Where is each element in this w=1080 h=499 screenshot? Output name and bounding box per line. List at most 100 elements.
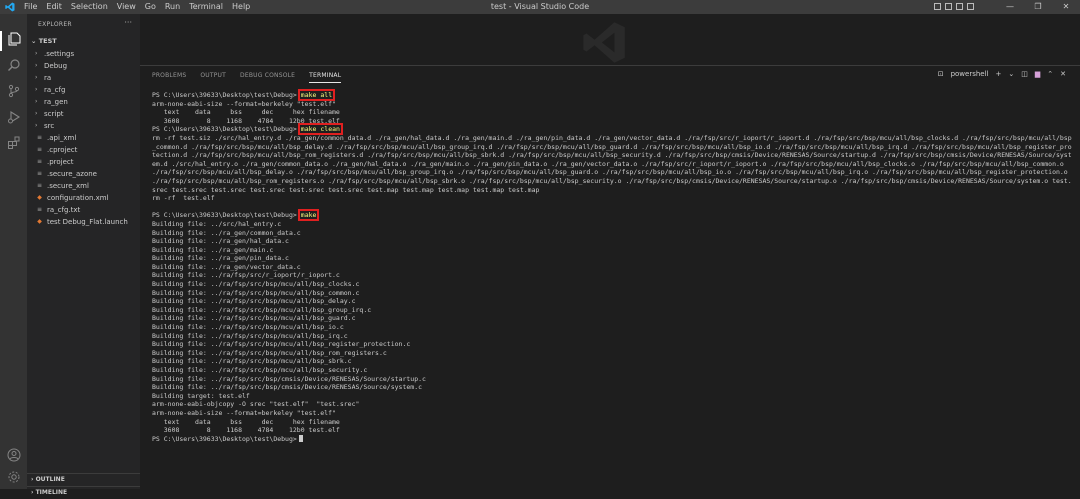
chevron-up-icon[interactable]: ⌃ (1047, 70, 1053, 78)
explorer-icon[interactable] (4, 32, 23, 51)
toggle-secondary-sidebar-icon[interactable] (956, 3, 963, 10)
menu-help[interactable]: Help (232, 2, 250, 12)
terminal-line: text data bss dec hex filename (152, 108, 340, 117)
manage-icon[interactable] (4, 470, 23, 489)
tree-item-secure-xml[interactable]: ≡ .secure_xml (27, 180, 140, 192)
tree-item-secure-azone[interactable]: ≡ .secure_azone (27, 168, 140, 180)
run-debug-icon[interactable] (4, 110, 23, 129)
new-terminal-icon[interactable]: + (995, 70, 1001, 78)
minimize-button[interactable]: — (996, 0, 1024, 14)
tree-item-label: src (44, 122, 55, 130)
terminal-shell-name[interactable]: powershell (951, 70, 989, 78)
build-line: Building file: ../ra_gen/common_data.c (152, 228, 301, 237)
build-line: Building file: ../ra/fsp/src/bsp/mcu/all… (152, 288, 360, 297)
build-line: Building file: ../ra_gen/pin_data.c (152, 254, 289, 263)
workspace-name: TEST (38, 37, 57, 45)
command-make: make (297, 209, 320, 222)
tree-item-launch-file[interactable]: ◆ test Debug_Flat.launch (27, 216, 140, 228)
build-line: Building file: ../ra/fsp/src/bsp/mcu/all… (152, 366, 368, 374)
prompt: PS C:\Users\39633\Desktop\test\Debug> (152, 434, 297, 443)
tree-item-ra-cfg-txt[interactable]: ≡ ra_cfg.txt (27, 204, 140, 216)
tree-item-label: ra_gen (44, 98, 68, 106)
tab-output[interactable]: OUTPUT (200, 72, 226, 83)
tree-item-label: .secure_azone (47, 170, 97, 178)
tree-item-project[interactable]: ≡ .project (27, 156, 140, 168)
tree-item-ra-gen[interactable]: › ra_gen (27, 96, 140, 108)
timeline-label: TIMELINE (35, 489, 68, 496)
search-icon[interactable] (4, 58, 23, 77)
close-button[interactable]: ✕ (1052, 0, 1080, 14)
vscode-logo-icon (5, 2, 15, 12)
tree-item-script[interactable]: › script (27, 108, 140, 120)
tree-item-label: .settings (44, 50, 75, 58)
panel-tabs: PROBLEMS OUTPUT DEBUG CONSOLE TERMINAL (152, 72, 342, 83)
build-line: Building file: ../ra/fsp/src/bsp/cmsis/D… (152, 383, 423, 392)
tab-debug-console[interactable]: DEBUG CONSOLE (240, 72, 295, 83)
file-icon: ≡ (36, 146, 43, 153)
chevron-down-icon[interactable]: ⌄ (1008, 70, 1014, 78)
chevron-right-icon: › (35, 98, 38, 105)
split-terminal-icon[interactable]: ◫ (1021, 70, 1028, 78)
build-line: Building file: ../ra/fsp/src/bsp/mcu/all… (152, 348, 387, 357)
restore-button[interactable]: ❐ (1024, 0, 1052, 14)
menu-view[interactable]: View (117, 2, 136, 12)
trash-icon[interactable]: ▆ (1035, 70, 1040, 78)
tree-item-ra-cfg[interactable]: › ra_cfg (27, 84, 140, 96)
toggle-sidebar-icon[interactable] (934, 3, 941, 10)
timeline-section[interactable]: › TIMELINE (27, 486, 144, 499)
tree-item-api-xml[interactable]: ≡ .api_xml (27, 132, 140, 144)
tree-item-label: .cproject (47, 146, 78, 154)
terminal-output[interactable]: PS C:\Users\39633\Desktop\test\Debug> mak… (152, 89, 1072, 443)
build-line: 3608 8 1168 4784 12b0 test.elf (152, 426, 340, 435)
extensions-icon[interactable] (4, 136, 23, 155)
layout-controls (934, 3, 974, 10)
tree-item-ra[interactable]: › ra (27, 72, 140, 84)
vscode-watermark-icon (583, 22, 625, 63)
build-line: arm-none-eabi-size --format=berkeley "te… (152, 408, 336, 417)
customize-layout-icon[interactable] (967, 3, 974, 10)
workspace-section[interactable]: ⌄ TEST (31, 37, 57, 45)
chevron-right-icon: › (35, 86, 38, 93)
launch-file-icon: ◆ (37, 218, 42, 225)
build-line: Building file: ../ra/fsp/src/bsp/cmsis/D… (152, 374, 426, 383)
prompt: PS C:\Users\39633\Desktop\test\Debug> (152, 125, 297, 134)
build-line: Building file: ../ra/fsp/src/bsp/mcu/all… (152, 305, 372, 314)
chevron-down-icon: ⌄ (31, 37, 39, 45)
tab-terminal[interactable]: TERMINAL (309, 72, 342, 83)
explorer-title: EXPLORER (38, 21, 72, 28)
tree-item-label: .project (47, 158, 74, 166)
tree-item-label: script (44, 110, 64, 118)
build-line: Building file: ../ra/fsp/src/bsp/mcu/all… (152, 297, 356, 306)
tree-item-cproject[interactable]: ≡ .cproject (27, 144, 140, 156)
panel-toolbar: ⊡ powershell + ⌄ ◫ ▆ ⌃ ✕ (938, 70, 1066, 78)
toggle-panel-icon[interactable] (945, 3, 952, 10)
tree-item-src[interactable]: › src (27, 120, 140, 132)
file-icon: ≡ (36, 170, 43, 177)
prompt: PS C:\Users\39633\Desktop\test\Debug> (152, 211, 297, 220)
accounts-icon[interactable] (4, 448, 23, 467)
menu-file[interactable]: File (24, 2, 37, 12)
file-icon: ≡ (36, 134, 43, 141)
tab-problems[interactable]: PROBLEMS (152, 72, 186, 83)
build-line: Building file: ../ra/fsp/src/bsp/mcu/all… (152, 314, 356, 323)
tree-item-label: Debug (44, 62, 68, 70)
menu-terminal[interactable]: Terminal (189, 2, 223, 12)
build-line: Building file: ../ra/fsp/src/bsp/mcu/all… (152, 280, 360, 289)
source-control-icon[interactable] (4, 84, 23, 103)
menu-run[interactable]: Run (165, 2, 180, 12)
build-line: Building file: ../src/hal_entry.c (152, 219, 282, 228)
build-line: Building file: ../ra/fsp/src/bsp/mcu/all… (152, 331, 348, 340)
tree-item-debug[interactable]: › Debug (27, 60, 140, 72)
chevron-right-icon: › (35, 62, 38, 69)
menu-selection[interactable]: Selection (71, 2, 108, 12)
close-panel-icon[interactable]: ✕ (1060, 70, 1066, 78)
menu-edit[interactable]: Edit (46, 2, 62, 12)
tree-item-label: ra_cfg.txt (47, 206, 81, 214)
menu-go[interactable]: Go (145, 2, 156, 12)
outline-section[interactable]: › OUTLINE (27, 473, 144, 486)
more-actions-icon[interactable]: ··· (124, 18, 132, 27)
build-line: Building file: ../ra/fsp/src/bsp/mcu/all… (152, 340, 411, 349)
tree-item-label: .api_xml (47, 134, 77, 142)
tree-item-settings[interactable]: › .settings (27, 48, 140, 60)
tree-item-configuration-xml[interactable]: ◆ configuration.xml (27, 192, 140, 204)
